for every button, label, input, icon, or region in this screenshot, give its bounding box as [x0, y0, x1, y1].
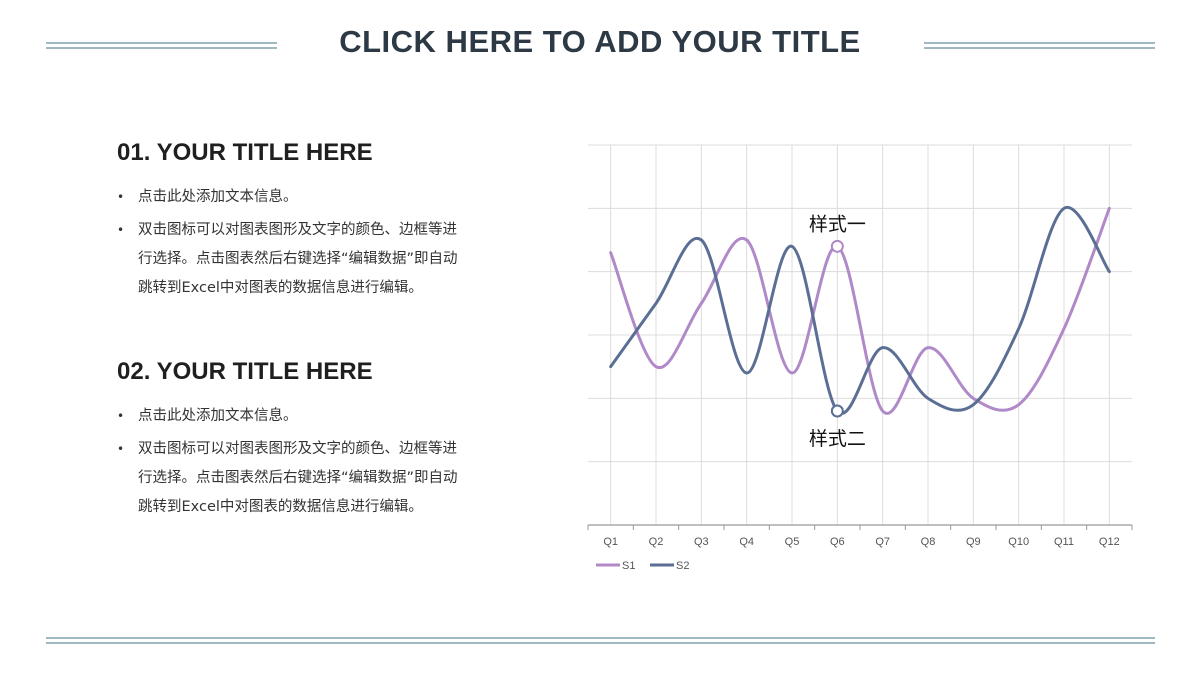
x-tick-label: Q10: [1008, 536, 1029, 548]
legend-label-s2: S2: [676, 560, 689, 572]
x-tick-label: Q9: [966, 536, 981, 548]
x-tick-label: Q11: [1054, 536, 1074, 548]
section-1-title[interactable]: 01. YOUR TITLE HERE: [117, 139, 373, 167]
section-2-title[interactable]: 02. YOUR TITLE HERE: [117, 358, 373, 386]
data-point-marker: [830, 239, 844, 253]
section-1-bullets: 点击此处添加文本信息。 双击图标可以对图表图形及文字的颜色、边框等进行选择。点击…: [117, 183, 467, 307]
x-tick-label: Q3: [694, 536, 709, 548]
x-tick-label: Q2: [649, 536, 664, 548]
x-tick-label: Q7: [875, 536, 890, 548]
bullet-item[interactable]: 双击图标可以对图表图形及文字的颜色、边框等进行选择。点击图表然后右键选择“编辑数…: [117, 435, 467, 522]
data-point-marker: [830, 404, 844, 418]
x-tick-label: Q6: [830, 536, 845, 548]
line-chart[interactable]: Q1 Q2 Q3 Q4 Q5 Q6 Q7 Q8 Q9 Q10 Q11 Q12 S1 S2 样式一样式二: [580, 130, 1140, 590]
annotation-label: 样式一: [809, 213, 866, 235]
x-tick-label: Q5: [785, 536, 800, 548]
x-tick-label: Q8: [921, 536, 936, 548]
bullet-item[interactable]: 点击此处添加文本信息。: [117, 402, 467, 431]
footer-decor-line: [46, 637, 1155, 644]
bullet-item[interactable]: 点击此处添加文本信息。: [117, 183, 467, 212]
x-tick-label: Q1: [603, 536, 618, 548]
annotation-label: 样式二: [809, 428, 866, 450]
section-2-bullets: 点击此处添加文本信息。 双击图标可以对图表图形及文字的颜色、边框等进行选择。点击…: [117, 402, 467, 526]
x-tick-label: Q12: [1099, 536, 1120, 548]
series-line-s2: [609, 206, 1111, 415]
bullet-item[interactable]: 双击图标可以对图表图形及文字的颜色、边框等进行选择。点击图表然后右键选择“编辑数…: [117, 216, 467, 303]
x-tick-label: Q4: [739, 536, 754, 548]
legend-label-s1: S1: [622, 560, 635, 572]
page-title[interactable]: CLICK HERE TO ADD YOUR TITLE: [0, 24, 1200, 60]
